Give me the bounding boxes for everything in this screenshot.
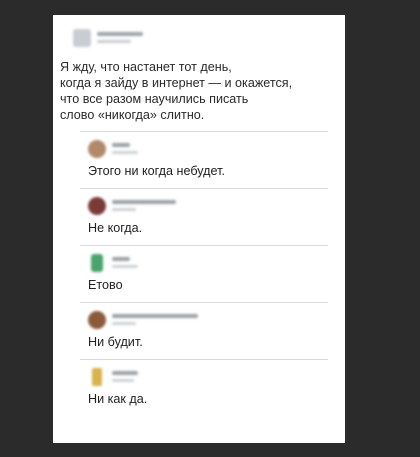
comment: Ни будит. [80, 303, 328, 359]
comment-text: Не когда. [88, 221, 143, 235]
comment-meta-blurred [112, 265, 138, 268]
comment-author-blurred[interactable] [112, 371, 138, 375]
post-text-line: Я жду, что настанет тот день, [60, 60, 232, 74]
comment-meta-blurred [112, 151, 138, 154]
comment-text: Етово [88, 278, 123, 292]
comment-avatar[interactable] [92, 368, 102, 386]
comment-author-blurred[interactable] [112, 143, 130, 147]
post-text: Я жду, что настанет тот день, когда я за… [60, 59, 342, 123]
comment-meta-blurred [112, 322, 136, 325]
avatar[interactable] [73, 29, 91, 47]
post-card: Я жду, что настанет тот день, когда я за… [53, 15, 345, 443]
comment-avatar[interactable] [88, 311, 106, 329]
post-text-line: когда я зайду в интернет — и окажется, [60, 76, 293, 90]
comment-text: Этого ни когда небудет. [88, 164, 225, 178]
comments-list: Этого ни когда небудет. Не когда. Етово … [80, 131, 328, 416]
post-text-line: что все разом научились писать [60, 92, 249, 106]
comment: Ни как да. [80, 360, 328, 416]
comment-text: Ни как да. [88, 392, 148, 406]
comment: Етово [80, 246, 328, 302]
comment-author-blurred[interactable] [112, 257, 130, 261]
comment-avatar[interactable] [91, 254, 103, 272]
comment-meta-blurred [112, 208, 136, 211]
comment: Не когда. [80, 189, 328, 245]
comment: Этого ни когда небудет. [80, 132, 328, 188]
post-date-blurred [97, 40, 131, 43]
comment-author-blurred[interactable] [112, 314, 198, 318]
comment-author-blurred[interactable] [112, 200, 176, 204]
comment-text: Ни будит. [88, 335, 143, 349]
comment-avatar[interactable] [88, 197, 106, 215]
post-text-line: слово «никогда» слитно. [60, 108, 205, 122]
comment-meta-blurred [112, 379, 134, 382]
comment-avatar[interactable] [88, 140, 106, 158]
author-name-blurred[interactable] [97, 32, 143, 36]
